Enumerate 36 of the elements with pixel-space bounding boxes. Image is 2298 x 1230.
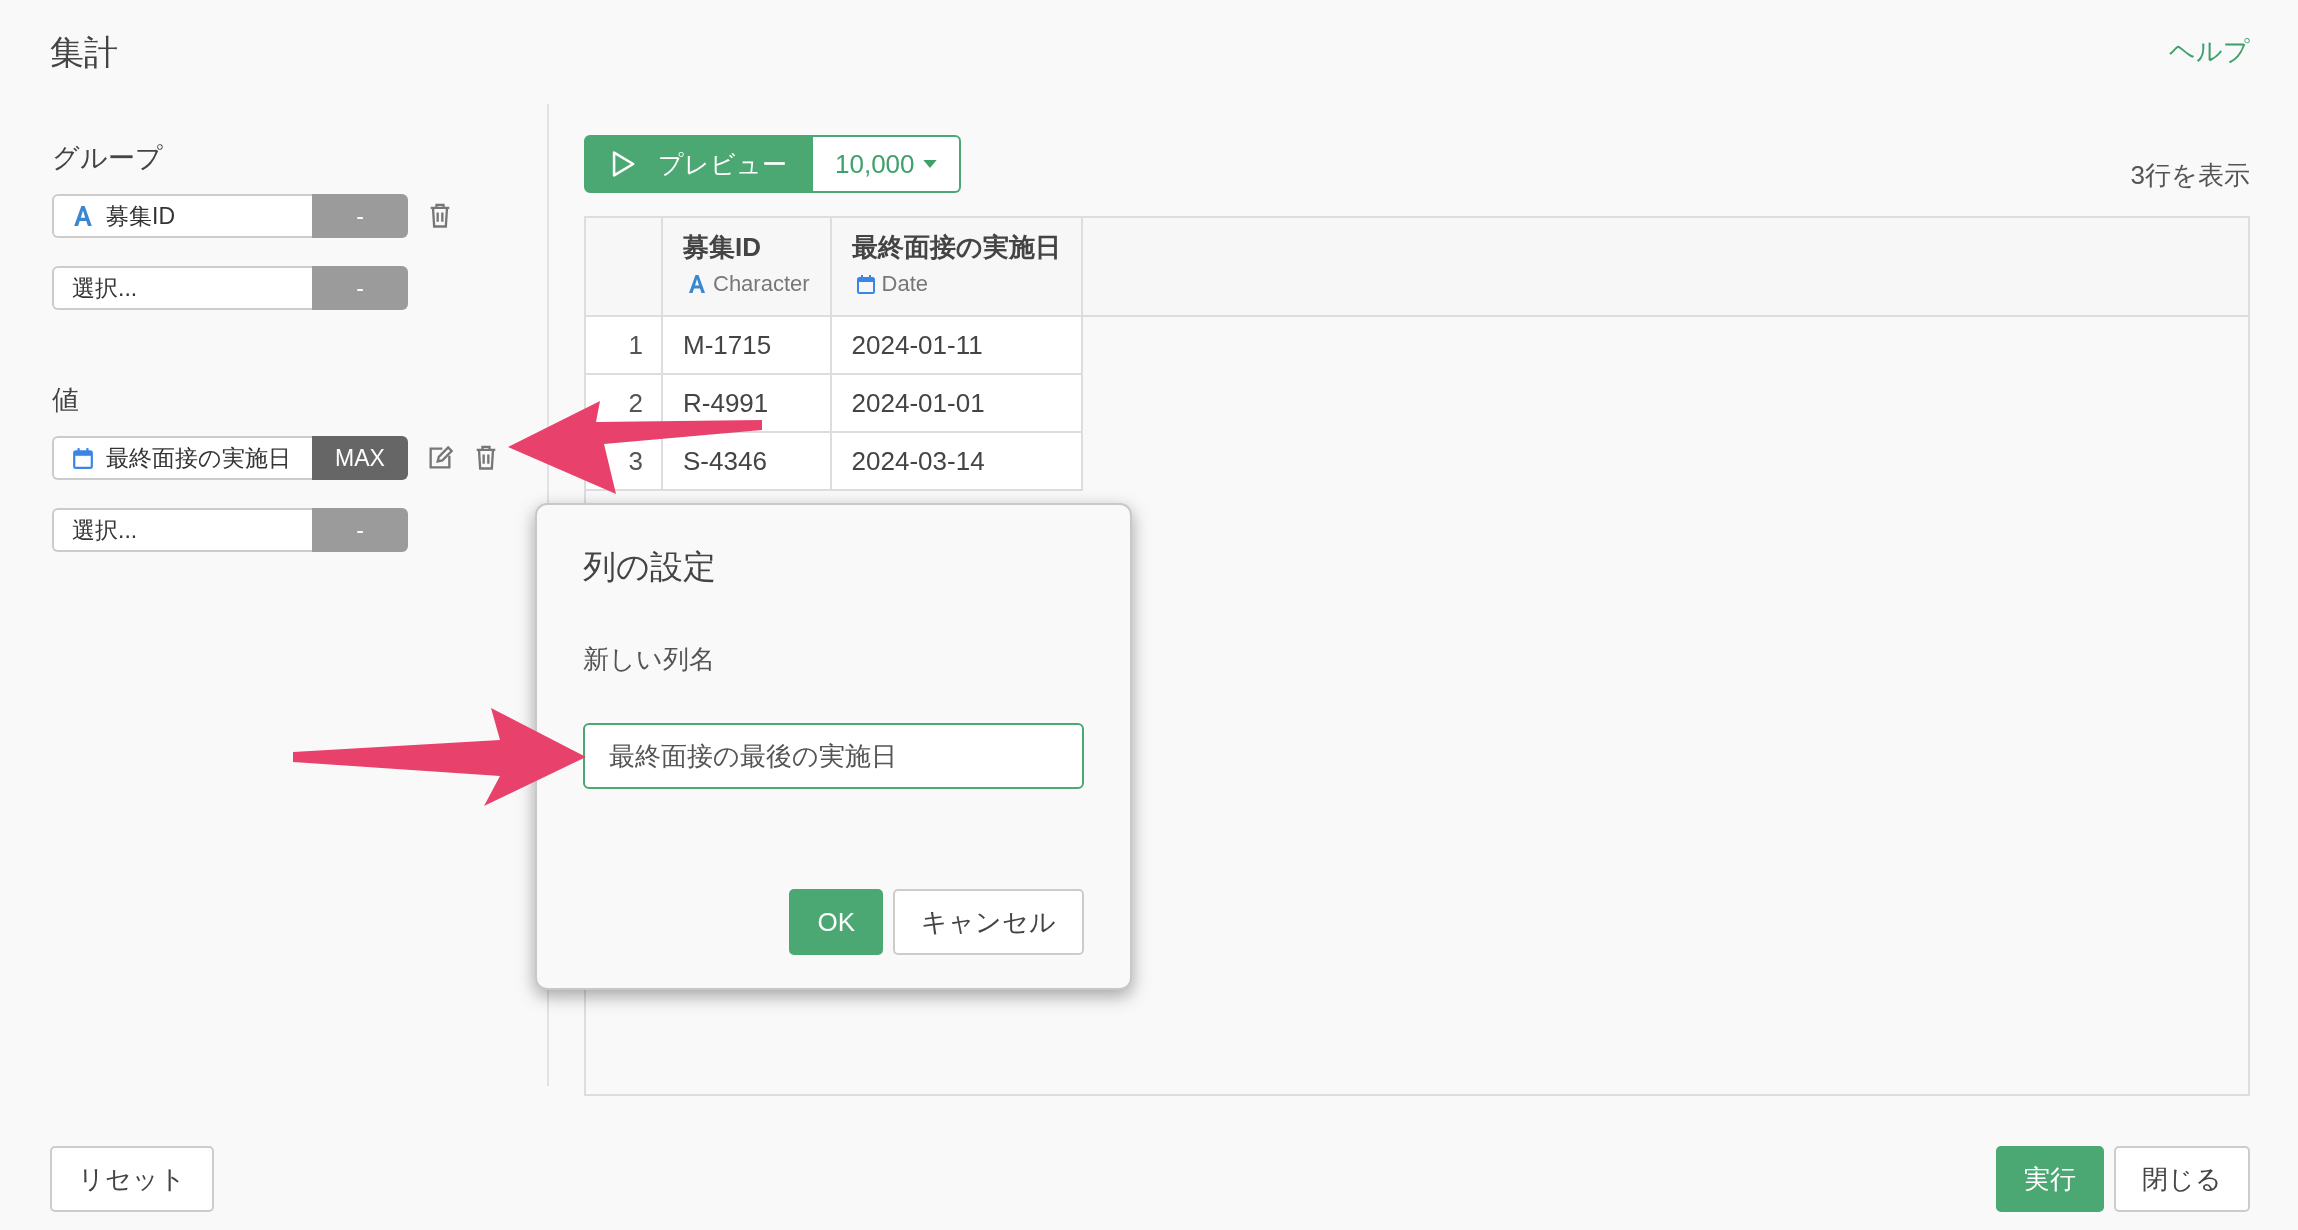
- reset-button[interactable]: リセット: [50, 1146, 214, 1212]
- letter-a-icon: [72, 205, 94, 227]
- section-label: 値: [52, 384, 80, 417]
- column-header: 募集ID: [683, 231, 762, 264]
- column-type-label: Date: [881, 271, 929, 297]
- aggregate-button[interactable]: MAX: [312, 436, 408, 480]
- calendar-icon: [72, 447, 94, 469]
- footer-button[interactable]: 実行: [1996, 1146, 2104, 1212]
- column-select[interactable]: 最終面接の実施日: [52, 436, 312, 480]
- column-type-label: Character: [713, 271, 810, 297]
- letter-a-icon: [687, 274, 707, 294]
- column-select[interactable]: 募集ID: [52, 194, 312, 238]
- caret-icon: [922, 160, 937, 168]
- section-label: グループ: [52, 142, 164, 175]
- row-limit-dropdown[interactable]: 10,000: [813, 135, 961, 193]
- column-select[interactable]: 選択...: [52, 266, 312, 310]
- table-cell: 2024-03-14: [830, 432, 1082, 490]
- table-cell: 2024-01-01: [830, 374, 1082, 432]
- footer-button[interactable]: 閉じる: [2114, 1146, 2250, 1212]
- modal-title: 列の設定: [583, 547, 717, 587]
- dialog-title: 集計: [50, 32, 118, 73]
- help-link[interactable]: ヘルプ: [2169, 34, 2250, 69]
- table-cell: M-1715: [662, 316, 831, 374]
- row-count-label: 3行を表示: [2130, 159, 2250, 192]
- column-select[interactable]: 選択...: [52, 508, 312, 552]
- column-name-field[interactable]: 最終面接の最後の実施日: [583, 723, 1084, 789]
- table-cell: 2024-01-11: [830, 316, 1082, 374]
- preview-button[interactable]: プレビュー: [584, 135, 813, 193]
- dialog-button[interactable]: OK: [789, 889, 883, 955]
- table-cell: S-4346: [662, 432, 831, 490]
- column-header: 最終面接の実施日: [851, 231, 1061, 264]
- play-icon: [610, 150, 636, 178]
- field-label: 新しい列名: [583, 643, 716, 676]
- calendar-icon: [855, 274, 876, 294]
- dialog-button[interactable]: キャンセル: [893, 889, 1084, 955]
- row-number: 1: [586, 316, 662, 374]
